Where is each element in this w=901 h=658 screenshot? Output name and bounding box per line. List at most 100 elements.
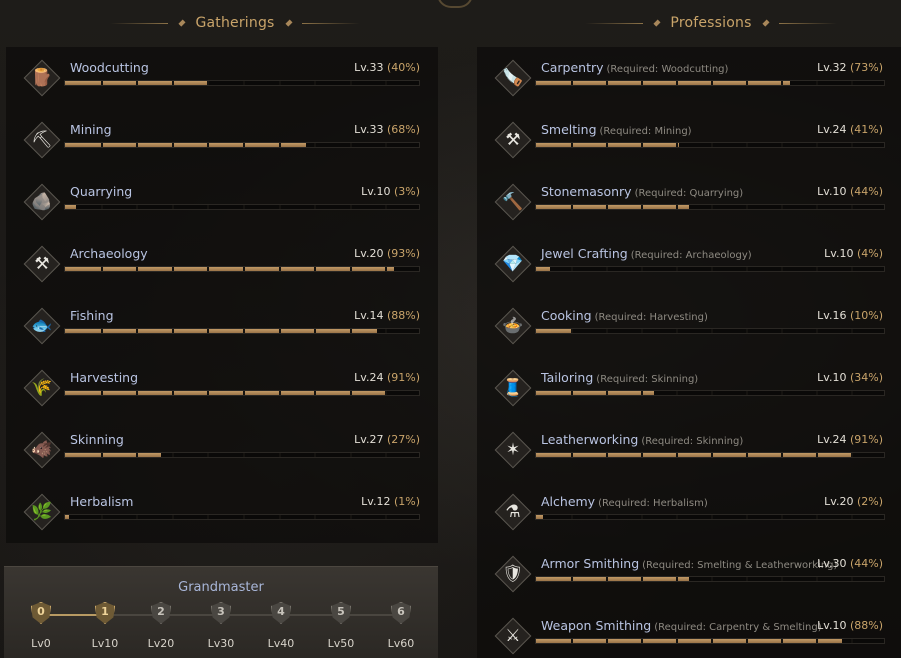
gatherings-title: Gatherings	[195, 15, 275, 31]
armor-icon: 🛡	[494, 555, 532, 593]
skill-name-label: Woodcutting	[70, 60, 149, 75]
skill-name: Skinning	[70, 432, 124, 447]
progress-bar	[535, 266, 885, 272]
grandmaster-rank-badge[interactable]: 3 Lv30	[208, 600, 234, 650]
progress-fill	[65, 453, 161, 457]
gathering-row[interactable]: 🪵 Woodcutting Lv.33 (40%)	[6, 47, 438, 109]
grandmaster-rank-badge[interactable]: 1 Lv10	[92, 600, 118, 650]
progress-segment-divider	[278, 515, 281, 519]
skill-level-percent: (44%)	[849, 557, 883, 570]
gathering-row[interactable]: ⛏ Mining Lv.33 (68%)	[6, 109, 438, 171]
progress-segment-divider	[100, 205, 103, 209]
progress-fill	[536, 453, 853, 457]
progress-segment-divider	[816, 205, 818, 209]
progress-segment-divider	[171, 515, 174, 519]
profession-row[interactable]: 🍲 Cooking (Required: Harvesting) Lv.16 (10%…	[477, 295, 901, 357]
progress-segment-divider	[781, 391, 783, 395]
progress-segment-divider	[641, 577, 643, 581]
progress-segment-divider	[171, 143, 174, 147]
skill-level-percent: (91%)	[849, 433, 883, 446]
gathering-row[interactable]: ⚒ Archaeology Lv.20 (93%)	[6, 233, 438, 295]
progress-segment-divider	[711, 515, 713, 519]
progress-segment-divider	[606, 143, 608, 147]
progress-segment-divider	[136, 143, 139, 147]
log-icon: 🪵	[23, 59, 61, 97]
skill-name-label: Stonemasonry	[541, 184, 632, 199]
profession-row[interactable]: 🧵 Tailoring (Required: Skinning) Lv.10 (34%…	[477, 357, 901, 419]
progress-segment-divider	[136, 267, 139, 271]
rank-level-label: Lv0	[31, 637, 51, 650]
progress-bar	[535, 452, 885, 458]
skill-name-label: Jewel Crafting	[541, 246, 628, 261]
grandmaster-rank-badge[interactable]: 4 Lv40	[268, 600, 294, 650]
progress-fill	[65, 205, 76, 209]
progress-segment-divider	[136, 205, 139, 209]
progress-segment-divider	[243, 391, 245, 395]
gathering-row[interactable]: 🌿 Herbalism Lv.12 (1%)	[6, 481, 438, 543]
skill-name-label: Tailoring	[541, 370, 594, 385]
progress-segment-divider	[171, 391, 174, 395]
progress-segment-divider	[571, 577, 573, 581]
skill-level: Lv.10 (88%)	[817, 619, 883, 632]
grandmaster-rank-badge[interactable]: 5 Lv50	[328, 600, 354, 650]
profession-row[interactable]: 💎 Jewel Crafting (Required: Archaeology) Lv…	[477, 233, 901, 295]
grandmaster-rank-badge[interactable]: 0 Lv0	[28, 600, 54, 650]
icon-glyph: ⚒	[505, 130, 521, 150]
profession-row[interactable]: 🔨 Stonemasonry (Required: Quarrying) Lv.10 …	[477, 171, 901, 233]
progress-segment-divider	[711, 391, 713, 395]
professions-header: Professions	[585, 12, 838, 34]
progress-segment-divider	[711, 267, 713, 271]
header-diamond	[178, 19, 186, 27]
skill-level-percent: (40%)	[386, 61, 420, 74]
skill-level-value: Lv.20	[824, 495, 854, 508]
progress-segment-divider	[746, 81, 748, 85]
progress-segment-divider	[243, 267, 245, 271]
progress-segment-divider	[243, 205, 245, 209]
saw-icon: 🪚	[494, 59, 532, 97]
profession-row[interactable]: 🛡 Armor Smithing (Required: Smelting & Lea…	[477, 543, 901, 605]
gathering-row[interactable]: 🌾 Harvesting Lv.24 (91%)	[6, 357, 438, 419]
skill-level-value: Lv.32	[817, 61, 847, 74]
icon-glyph: 🛡	[502, 564, 524, 584]
progress-segment-divider	[641, 329, 643, 333]
skill-level-percent: (27%)	[386, 433, 420, 446]
skill-level-value: Lv.24	[817, 123, 847, 136]
gathering-row[interactable]: 🪨 Quarrying Lv.10 (3%)	[6, 171, 438, 233]
progress-segment-divider	[606, 267, 608, 271]
skill-requirement: (Required: Smelting & Leatherworking)	[642, 560, 838, 571]
progress-segment-divider	[207, 391, 210, 395]
icon-glyph: 💎	[502, 254, 524, 274]
grandmaster-rank-badge[interactable]: 2 Lv20	[148, 600, 174, 650]
grandmaster-rank-badge[interactable]: 6 Lv60	[388, 600, 414, 650]
progress-segment-divider	[278, 453, 281, 457]
progress-segment-divider	[349, 515, 352, 519]
icon-glyph: 🌾	[31, 378, 53, 398]
skill-level: Lv.27 (27%)	[354, 433, 420, 446]
profession-row[interactable]: ✶ Leatherworking (Required: Skinning) Lv.24…	[477, 419, 901, 481]
profession-row[interactable]: 🪚 Carpentry (Required: Woodcutting) Lv.32 (…	[477, 47, 901, 109]
gathering-row[interactable]: 🐟 Fishing Lv.14 (88%)	[6, 295, 438, 357]
skill-name: Stonemasonry (Required: Quarrying)	[541, 184, 743, 199]
gathering-row[interactable]: 🐗 Skinning Lv.27 (27%)	[6, 419, 438, 481]
profession-row[interactable]: ⚔ Weapon Smithing (Required: Carpentry & S…	[477, 605, 901, 658]
profession-row[interactable]: ⚒ Smelting (Required: Mining) Lv.24 (41%)	[477, 109, 901, 171]
progress-segment-divider	[314, 329, 317, 333]
progress-segment-divider	[385, 515, 388, 519]
progress-segment-divider	[606, 81, 608, 85]
header-line	[585, 22, 643, 24]
gatherings-panel: 🪵 Woodcutting Lv.33 (40%) ⛏ Mining Lv.33 (68%…	[6, 47, 438, 543]
skill-level-percent: (68%)	[386, 123, 420, 136]
skill-level: Lv.10 (44%)	[817, 185, 883, 198]
progress-fill	[65, 391, 388, 395]
progress-segment-divider	[676, 205, 678, 209]
progress-fill	[536, 267, 550, 271]
profession-row[interactable]: ⚗ Alchemy (Required: Herbalism) Lv.20 (2%)	[477, 481, 901, 543]
progress-segment-divider	[571, 143, 573, 147]
progress-segment-divider	[746, 639, 748, 643]
sickle-icon: 🌾	[23, 369, 61, 407]
progress-segment-divider	[100, 391, 103, 395]
professions-panel: 🪚 Carpentry (Required: Woodcutting) Lv.32 (…	[477, 47, 901, 658]
progress-segment-divider	[385, 81, 388, 85]
progress-segment-divider	[781, 205, 783, 209]
anvil-icon: ⚒	[494, 121, 532, 159]
